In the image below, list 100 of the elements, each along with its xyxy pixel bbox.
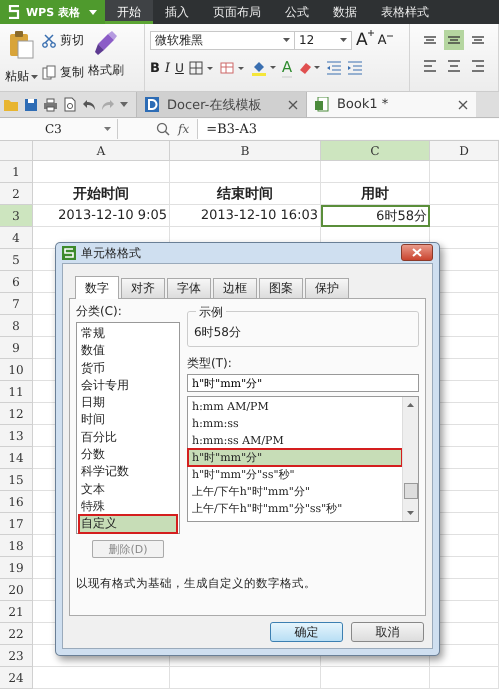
document-tab[interactable]: Book1 * — [306, 92, 476, 117]
document-tab[interactable]: Docer-在线模板 — [136, 92, 306, 117]
category-item[interactable]: 科学记数 — [79, 463, 177, 481]
category-item[interactable]: 分数 — [79, 446, 177, 464]
format-item[interactable]: h:mm:ss — [188, 415, 402, 432]
table-style-icon[interactable] — [220, 61, 246, 75]
row-header[interactable]: 18 — [0, 535, 33, 557]
format-item[interactable]: h:mm AM/PM — [188, 398, 402, 415]
dialog-tab[interactable]: 对齐 — [121, 278, 165, 298]
close-icon[interactable] — [458, 100, 468, 110]
scrollbar-thumb[interactable] — [404, 483, 418, 499]
row-header[interactable]: 12 — [0, 403, 33, 425]
category-item[interactable]: 自定义 — [79, 515, 177, 533]
format-item[interactable]: h"时"mm"分"ss"秒" — [188, 466, 402, 483]
column-header[interactable]: B — [170, 141, 321, 161]
copy-button[interactable]: 复制 — [42, 64, 84, 81]
row-header[interactable]: 10 — [0, 359, 33, 381]
cancel-button[interactable]: 取消 — [351, 622, 424, 642]
row-header[interactable]: 8 — [0, 315, 33, 337]
category-item[interactable]: 百分比 — [79, 428, 177, 446]
ribbon-tab[interactable]: 页面布局 — [201, 0, 273, 24]
dialog-tab[interactable]: 字体 — [167, 278, 211, 298]
eraser-icon[interactable] — [297, 60, 322, 76]
category-item[interactable]: 文本 — [79, 480, 177, 498]
empty-cell — [430, 667, 499, 689]
format-item[interactable]: 上午/下午h"时"mm"分" — [188, 483, 402, 500]
font-color-button[interactable]: A — [282, 58, 292, 78]
row-header[interactable]: 22 — [0, 623, 33, 645]
format-painter-button[interactable]: 格式刷 — [88, 28, 124, 87]
category-item[interactable]: 货币 — [79, 360, 177, 377]
row-header[interactable]: 2 — [0, 183, 33, 205]
ribbon-tab[interactable]: 公式 — [273, 0, 321, 24]
row-header[interactable]: 13 — [0, 425, 33, 447]
scrollbar[interactable] — [402, 397, 418, 521]
category-item[interactable]: 时间 — [79, 411, 177, 429]
dialog-tab[interactable]: 数字 — [75, 276, 119, 299]
vertical-align-button[interactable] — [444, 30, 464, 50]
column-header[interactable]: C — [321, 141, 430, 161]
row-header[interactable]: 23 — [0, 645, 33, 667]
row-header[interactable]: 20 — [0, 579, 33, 601]
shrink-font-button[interactable]: A — [378, 32, 393, 48]
row-header[interactable]: 9 — [0, 337, 33, 359]
row-header[interactable]: 1 — [0, 161, 33, 183]
row-header[interactable]: 14 — [0, 447, 33, 469]
formula-field[interactable]: =B3-A3 — [197, 119, 499, 139]
ribbon-tab[interactable]: 开始 — [105, 0, 153, 24]
increase-indent-icon[interactable] — [347, 61, 364, 75]
close-icon[interactable] — [288, 100, 298, 110]
dialog-tab[interactable]: 保护 — [305, 278, 349, 298]
ok-button[interactable]: 确定 — [270, 622, 343, 642]
category-item[interactable]: 日期 — [79, 394, 177, 412]
paste-button[interactable]: 粘贴 — [5, 28, 38, 87]
function-button[interactable]: fx — [178, 122, 190, 136]
zoom-icon[interactable] — [156, 122, 170, 136]
row-header[interactable]: 15 — [0, 469, 33, 491]
print-preview-icon[interactable] — [63, 97, 77, 112]
column-header[interactable]: D — [430, 141, 499, 161]
category-item[interactable]: 会计专用 — [79, 376, 177, 394]
app-menu-button[interactable]: WPS 表格 — [0, 0, 105, 24]
save-icon[interactable] — [24, 98, 38, 112]
row-header[interactable]: 16 — [0, 491, 33, 513]
row-header[interactable]: 3 — [0, 205, 33, 227]
decrease-indent-icon[interactable] — [326, 61, 342, 75]
format-item[interactable]: h:mm:ss AM/PM — [188, 432, 402, 449]
format-item[interactable]: 上午/下午h"时"mm"分"ss"秒" — [188, 500, 402, 517]
row-header[interactable]: 6 — [0, 271, 33, 293]
row-header[interactable]: 24 — [0, 667, 33, 689]
spreadsheet-icon — [315, 97, 329, 112]
borders-icon[interactable] — [188, 61, 215, 75]
undo-icon[interactable] — [82, 98, 96, 110]
font-size-field[interactable]: 12 — [294, 30, 352, 50]
category-item[interactable]: 常规 — [79, 325, 177, 342]
ribbon-tab[interactable]: 表格样式 — [369, 0, 441, 24]
row-header[interactable]: 11 — [0, 381, 33, 403]
column-header[interactable]: A — [33, 141, 170, 161]
name-box[interactable]: C3 — [0, 119, 118, 139]
dialog-tab[interactable]: 边框 — [213, 278, 257, 298]
row-header[interactable]: 7 — [0, 293, 33, 315]
format-item[interactable]: h"时"mm"分" — [188, 449, 402, 466]
category-item[interactable]: 数值 — [79, 342, 177, 360]
row-header[interactable]: 5 — [0, 249, 33, 271]
caret-icon[interactable] — [120, 102, 128, 107]
type-input-field[interactable]: h"时"mm"分" — [187, 374, 419, 392]
print-icon[interactable] — [43, 98, 58, 112]
ribbon-tab[interactable]: 数据 — [321, 0, 369, 24]
cut-button[interactable]: 剪切 — [42, 32, 84, 49]
underline-button[interactable]: U — [175, 61, 184, 75]
font-name-field[interactable]: 微软雅黑 — [150, 30, 295, 50]
italic-button[interactable]: I — [164, 60, 170, 76]
ribbon-tab[interactable]: 插入 — [153, 0, 201, 24]
dialog-tab[interactable]: 图案 — [259, 278, 303, 298]
grow-font-button[interactable]: A — [356, 30, 374, 50]
category-item[interactable]: 特殊 — [79, 498, 177, 516]
row-header[interactable]: 21 — [0, 601, 33, 623]
close-button[interactable] — [401, 244, 433, 261]
bold-button[interactable]: B — [150, 60, 160, 76]
fill-color-icon[interactable] — [250, 60, 277, 76]
row-header[interactable]: 17 — [0, 513, 33, 535]
row-header[interactable]: 4 — [0, 227, 33, 249]
row-header[interactable]: 19 — [0, 557, 33, 579]
